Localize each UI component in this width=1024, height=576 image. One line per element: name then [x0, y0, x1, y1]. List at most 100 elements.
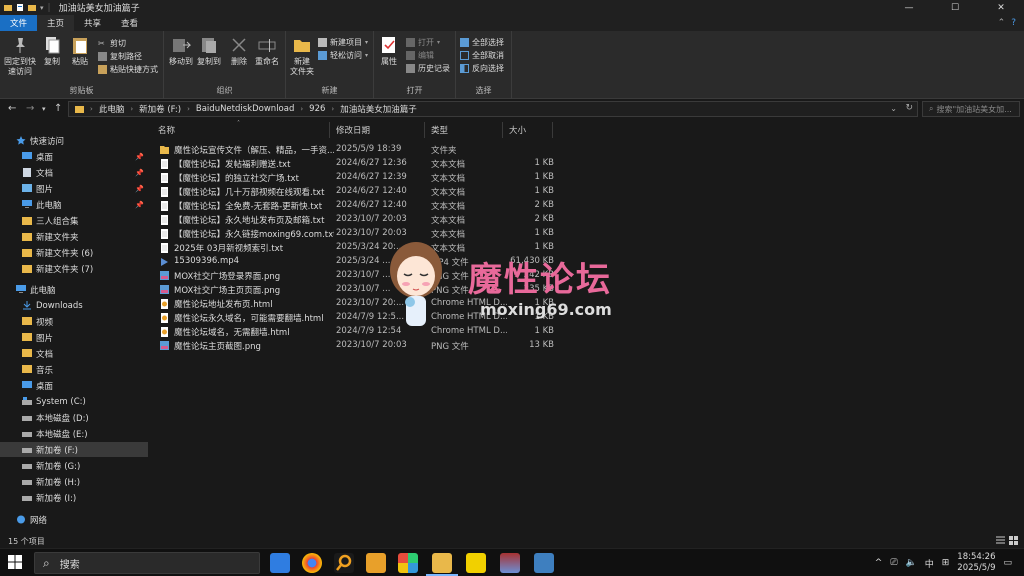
paste-shortcut-button[interactable]: 粘贴快捷方式 [98, 63, 158, 75]
nav-this-pc-quick[interactable]: 此电脑 📌 [0, 197, 148, 212]
file-row[interactable]: 【魔性论坛】发帖福利赠送.txt 2024/6/27 12:36 文本文档 1 … [158, 157, 558, 171]
nav-downloads[interactable]: Downloads [0, 298, 148, 313]
nav-videos[interactable]: 视频 [0, 314, 148, 329]
open-button[interactable]: 打开 ▾ [406, 36, 440, 48]
properties-button[interactable]: 属性 [378, 35, 400, 67]
column-header-size[interactable]: 大小 [503, 122, 553, 138]
pin-quick-access-button[interactable]: 固定到快速访问 [4, 35, 36, 77]
details-view-icon[interactable] [996, 536, 1005, 545]
invert-selection-button[interactable]: 反向选择 [460, 62, 504, 74]
close-button[interactable]: ✕ [978, 0, 1024, 15]
pin-icon[interactable]: 📌 [135, 169, 144, 177]
pin-icon[interactable]: 📌 [135, 201, 144, 209]
app-icon[interactable] [398, 553, 418, 573]
nav-network[interactable]: 网络 [0, 512, 148, 527]
maximize-button[interactable]: ☐ [932, 0, 978, 15]
notification-icon[interactable]: ▭ [1003, 558, 1012, 568]
file-row[interactable]: 【魔性论坛】几十万部视频在线观看.txt 2024/6/27 12:40 文本文… [158, 185, 558, 199]
nav-pictures-pc[interactable]: 图片 [0, 330, 148, 345]
tab-file[interactable]: 文件 [0, 15, 38, 31]
breadcrumb-current[interactable]: 加油站美女加油篇子 [340, 103, 417, 115]
pin-icon[interactable]: 📌 [135, 185, 144, 193]
copy-to-button[interactable]: 复制到 [196, 35, 222, 67]
nav-drive-c[interactable]: System (C:) [0, 394, 148, 409]
file-explorer-icon[interactable] [426, 553, 458, 576]
history-button[interactable]: 历史记录 [406, 62, 450, 74]
taskbar-search-input[interactable]: ⌕ 搜索 [34, 552, 260, 574]
breadcrumb-baidu[interactable]: BaiduNetdiskDownload [196, 104, 294, 114]
select-all-button[interactable]: 全部选择 [460, 36, 504, 48]
recent-locations-icon[interactable]: ▾ [42, 105, 46, 113]
tab-home[interactable]: 主页 [37, 15, 75, 31]
file-row[interactable]: 【魔性论坛】永久地址发布页及邮箱.txt 2023/10/7 20:03 文本文… [158, 213, 558, 227]
nav-desktop-pc[interactable]: 桌面 [0, 378, 148, 393]
input-language[interactable]: 中 [925, 557, 934, 570]
easy-access-button[interactable]: 轻松访问 ▾ [318, 49, 368, 61]
customize-toolbar-icon[interactable]: ▾ [40, 4, 44, 12]
breadcrumb-926[interactable]: 926 [309, 104, 325, 114]
notes-app-icon[interactable] [466, 553, 486, 573]
minimize-button[interactable]: — [886, 0, 932, 15]
new-folder-button[interactable]: 新建 文件夹 [288, 35, 316, 77]
address-bar[interactable]: › 此电脑 › 新加卷 (F:) › BaiduNetdiskDownload … [68, 101, 918, 117]
large-icons-view-icon[interactable] [1009, 536, 1018, 545]
chrome-icon[interactable] [302, 553, 322, 573]
breadcrumb-this-pc[interactable]: 此电脑 [99, 103, 125, 115]
search-input[interactable]: ⌕ 搜索"加油站美女加... [922, 101, 1020, 117]
nav-drive-f[interactable]: 新加卷 (F:) [0, 442, 148, 457]
nav-drive-i[interactable]: 新加卷 (I:) [0, 490, 148, 505]
breadcrumb-drive-f[interactable]: 新加卷 (F:) [139, 103, 181, 115]
nav-desktop[interactable]: 桌面 📌 [0, 149, 148, 164]
file-row[interactable]: 魔性论坛主页截图.png 2023/10/7 20:03 PNG 文件 13 K… [158, 339, 558, 353]
pin-icon[interactable]: 📌 [135, 153, 144, 161]
file-row[interactable]: 【魔性论坛】永久链接moxing69.com.txt 2023/10/7 20:… [158, 227, 558, 241]
taskbar-app-icon[interactable] [270, 553, 290, 573]
windows-start-icon[interactable] [8, 555, 22, 569]
network-tray-icon[interactable]: ⎚ [890, 558, 897, 568]
move-to-button[interactable]: 移动到 [168, 35, 194, 67]
app-icon[interactable] [534, 553, 554, 573]
search-app-icon[interactable] [334, 553, 354, 573]
nav-documents[interactable]: 文档 📌 [0, 165, 148, 180]
ime-icon[interactable]: ⊞ [942, 558, 950, 568]
nav-folder-3[interactable]: 新建文件夹 (6) [0, 245, 148, 260]
file-row[interactable]: 【魔性论坛】的独立社交广场.txt 2024/6/27 12:39 文本文档 1… [158, 171, 558, 185]
nav-music[interactable]: 音乐 [0, 362, 148, 377]
nav-drive-e[interactable]: 本地磁盘 (E:) [0, 426, 148, 441]
nav-folder-1[interactable]: 三人组合集 [0, 213, 148, 228]
refresh-icon[interactable]: ↻ [905, 103, 913, 113]
copy-path-button[interactable]: 复制路径 [98, 50, 142, 62]
column-header-date[interactable]: 修改日期 [330, 122, 425, 138]
column-header-type[interactable]: 类型 [425, 122, 503, 138]
nav-pictures[interactable]: 图片 📌 [0, 181, 148, 196]
file-row[interactable]: 【魔性论坛】全免费-无套路-更新快.txt 2024/6/27 12:40 文本… [158, 199, 558, 213]
address-dropdown-icon[interactable]: ⌄ [890, 104, 897, 113]
delete-button[interactable]: 删除 [228, 35, 250, 67]
nav-documents-pc[interactable]: 文档 [0, 346, 148, 361]
nav-drive-d[interactable]: 本地磁盘 (D:) [0, 410, 148, 425]
column-header-name[interactable]: 名称 [152, 122, 330, 138]
nav-quick-access[interactable]: 快速访问 [0, 133, 148, 148]
baidu-netdisk-icon[interactable] [366, 553, 386, 573]
cut-button[interactable]: ✂ 剪切 [98, 37, 126, 49]
chevron-up-icon[interactable]: ^ [875, 558, 883, 568]
paste-button[interactable]: 粘贴 [68, 35, 92, 67]
up-arrow-icon[interactable]: ↑ [54, 103, 62, 114]
collapse-ribbon-icon[interactable]: ⌃ [998, 18, 1006, 28]
nav-folder-2[interactable]: 新建文件夹 [0, 229, 148, 244]
help-icon[interactable]: ? [1011, 18, 1016, 28]
volume-icon[interactable]: 🔈 [906, 558, 917, 568]
select-none-button[interactable]: 全部取消 [460, 49, 504, 61]
copy-button[interactable]: 复制 [40, 35, 64, 67]
file-row[interactable]: 魔性论坛宣传文件（解压、精品，一手资... 2025/5/9 18:39 文件夹 [158, 143, 558, 157]
nav-folder-4[interactable]: 新建文件夹 (7) [0, 261, 148, 276]
new-item-button[interactable]: 新建项目 ▾ [318, 36, 368, 48]
nav-drive-h[interactable]: 新加卷 (H:) [0, 474, 148, 489]
tab-share[interactable]: 共享 [74, 15, 111, 31]
new-folder-icon[interactable] [28, 3, 36, 12]
rename-button[interactable]: 重命名 [252, 35, 282, 67]
nav-this-pc[interactable]: 此电脑 [0, 282, 148, 297]
properties-icon[interactable] [16, 3, 24, 12]
winrar-icon[interactable] [500, 553, 520, 573]
forward-arrow-icon[interactable]: → [26, 103, 34, 114]
